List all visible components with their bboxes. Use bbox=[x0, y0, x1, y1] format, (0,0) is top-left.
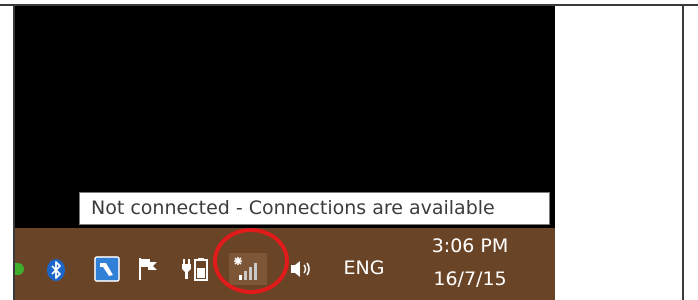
clock-date: 16/7/15 bbox=[433, 268, 507, 290]
network-signal-icon[interactable] bbox=[229, 253, 267, 285]
power-plug-battery-icon[interactable] bbox=[181, 254, 209, 284]
language-indicator[interactable]: ENG bbox=[338, 253, 390, 283]
tool-icon[interactable] bbox=[94, 256, 120, 282]
volume-icon[interactable] bbox=[289, 256, 315, 282]
clock-time: 3:06 PM bbox=[431, 235, 509, 257]
flag-icon[interactable] bbox=[137, 256, 159, 282]
bluetooth-icon[interactable] bbox=[45, 258, 67, 282]
clock[interactable]: 3:06 PM 16/7/15 bbox=[400, 230, 540, 298]
network-status-tooltip: Not connected - Connections are availabl… bbox=[79, 192, 550, 225]
screenshot-frame: ENG 3:06 PM 16/7/15 Not connected - Conn… bbox=[0, 0, 698, 300]
right-border bbox=[682, 5, 684, 300]
